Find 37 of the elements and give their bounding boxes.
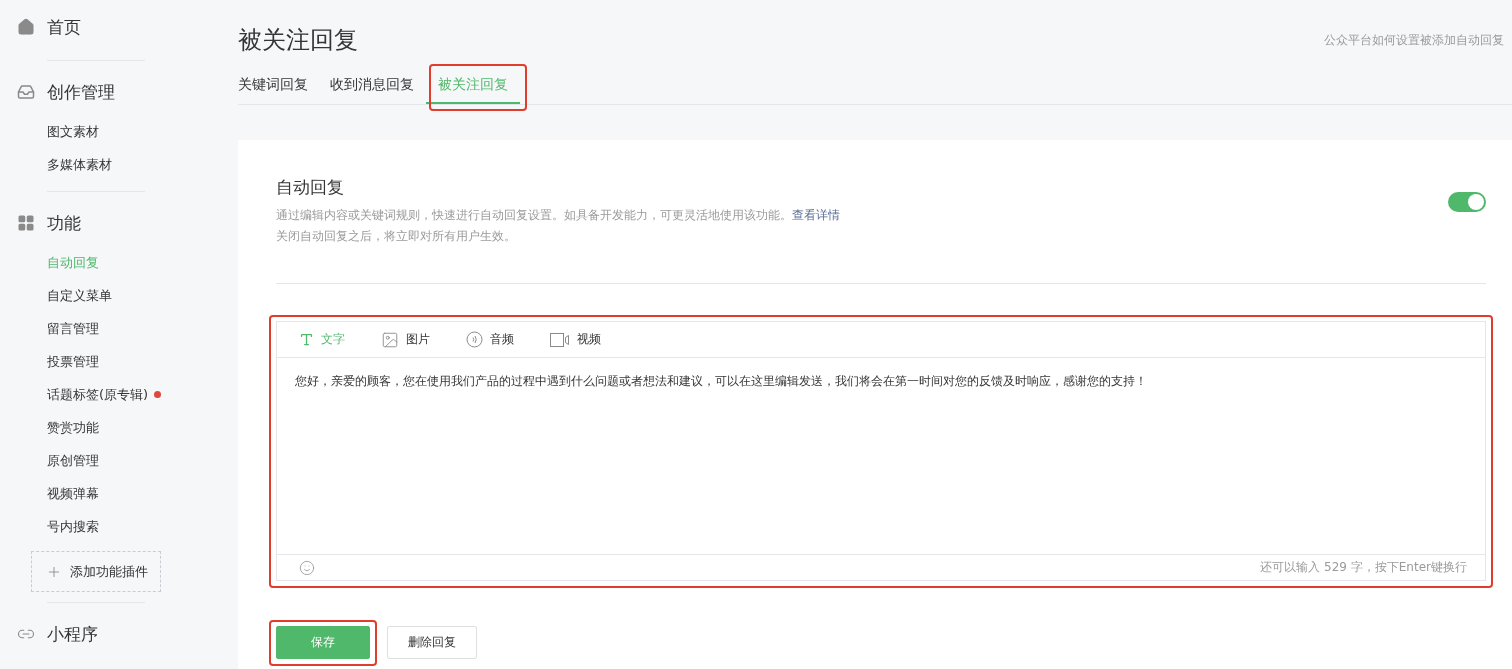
video-icon	[550, 332, 570, 347]
sidebar-heading[interactable]: 首页	[47, 15, 81, 39]
emoji-icon[interactable]	[299, 559, 315, 576]
media-tab[interactable]: 视频	[550, 331, 601, 348]
auto-reply-toggle[interactable]	[1448, 192, 1486, 212]
character-counter: 还可以输入 529 字，按下Enter键换行	[1260, 559, 1467, 576]
media-tab[interactable]: 音频	[466, 331, 514, 348]
text-icon	[299, 332, 314, 347]
audio-icon	[466, 331, 483, 348]
sidebar-item[interactable]: 多媒体素材	[0, 148, 238, 181]
sidebar-heading[interactable]: 小程序	[47, 622, 98, 646]
sidebar-item[interactable]: 自定义菜单	[0, 279, 238, 312]
page-title: 被关注回复	[238, 25, 358, 56]
sidebar-heading[interactable]: 功能	[47, 211, 81, 235]
tab[interactable]: 关键词回复	[238, 70, 308, 104]
card-title: 自动回复	[276, 176, 345, 199]
sidebar-item[interactable]: 图文素材	[0, 115, 238, 148]
details-link[interactable]: 查看详情	[792, 208, 840, 222]
grid-icon	[17, 214, 35, 232]
media-tab[interactable]: 图片	[381, 330, 430, 349]
sidebar-item[interactable]: 赞赏功能	[0, 411, 238, 444]
sidebar-item[interactable]: 话题标签(原专辑)	[0, 378, 238, 411]
sidebar-heading[interactable]: 创作管理	[47, 80, 115, 104]
reply-text-area[interactable]: 您好，亲爱的顾客，您在使用我们产品的过程中遇到什么问题或者想法和建议，可以在这里编辑发送，我们将会在第一时间对您的反馈及时响应，感谢您的支持！	[277, 358, 1485, 554]
image-icon	[381, 330, 399, 349]
card-description: 通过编辑内容或关键词规则，快速进行自动回复设置。如具备开发能力，可更灵活地使用该功能。查看详情	[276, 207, 840, 224]
sidebar-item[interactable]: 原创管理	[0, 444, 238, 477]
card-note: 关闭自动回复之后，将立即对所有用户生效。	[276, 228, 517, 245]
sidebar-item[interactable]: 号内搜索	[0, 510, 238, 543]
sidebar-item[interactable]: 视频弹幕	[0, 477, 238, 510]
add-plugin-button[interactable]: 添加功能插件	[31, 551, 161, 592]
delete-button[interactable]: 删除回复	[387, 626, 477, 659]
inbox-icon	[17, 83, 35, 101]
sidebar-item[interactable]: 留言管理	[0, 312, 238, 345]
sidebar-item[interactable]: 投票管理	[0, 345, 238, 378]
home-icon	[17, 18, 35, 36]
tab[interactable]: 收到消息回复	[330, 70, 414, 104]
